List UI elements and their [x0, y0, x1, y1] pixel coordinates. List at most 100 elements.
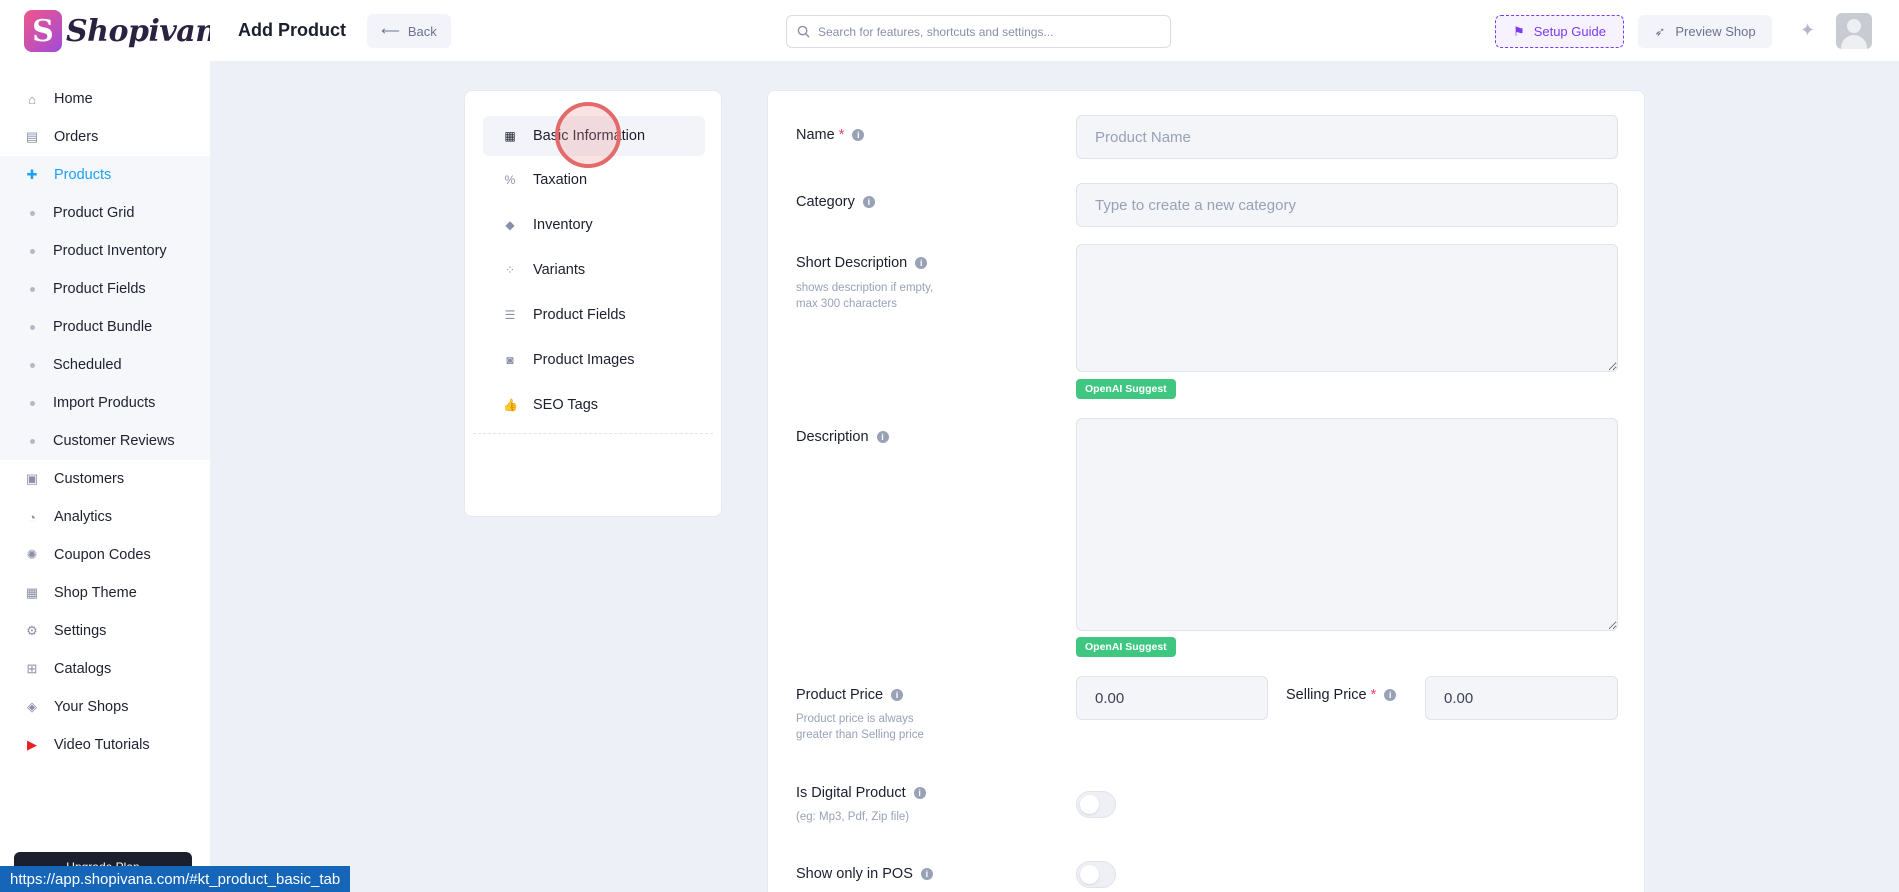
rocket-icon: ➶ [1654, 23, 1666, 39]
sidebar-item-video-tutorials[interactable]: ▶ Video Tutorials [0, 726, 210, 764]
short-description-label-text: Short Description [796, 255, 908, 271]
short-description-label: Short Description i [796, 255, 928, 271]
percent-badge-icon: ✺ [26, 547, 38, 562]
info-icon[interactable]: i [920, 868, 933, 880]
back-button[interactable]: ⟵ Back [367, 14, 451, 48]
tab-label: Inventory [533, 217, 593, 233]
info-icon[interactable]: i [915, 257, 928, 269]
product-form-card: Name * i Category i Short Description i … [767, 90, 1645, 892]
sidebar: S Shopivana ⌂ Home ▤ Orders ✚ Products P… [0, 0, 236, 892]
info-icon[interactable]: i [876, 431, 889, 443]
tab-seo-tags[interactable]: 👍 SEO Tags [483, 385, 705, 425]
page-title: Add Product [238, 20, 346, 40]
hint-line: greater than Selling price [796, 729, 924, 741]
sidebar-item-label: Product Grid [53, 205, 135, 221]
sidebar-item-catalogs[interactable]: ⊞ Catalogs [0, 650, 210, 688]
pos-only-toggle[interactable] [1076, 861, 1116, 888]
sidebar-item-label: Products [54, 167, 112, 183]
layers-icon: ◈ [27, 699, 37, 714]
openai-suggest-button[interactable]: OpenAI Suggest [1076, 379, 1176, 399]
sidebar-subitem-product-inventory[interactable]: Product Inventory [0, 232, 210, 270]
products-submenu: Product Grid Product Inventory Product F… [0, 194, 210, 460]
bullet-icon [30, 286, 35, 292]
global-search [786, 15, 1171, 48]
sidebar-item-products[interactable]: ✚ Products [0, 156, 210, 194]
product-price-input[interactable] [1076, 676, 1268, 720]
required-mark: * [838, 127, 845, 143]
sidebar-subitem-customer-reviews[interactable]: Customer Reviews [0, 422, 210, 460]
name-label: Name * i [796, 127, 865, 143]
selling-price-label-text: Selling Price [1286, 687, 1367, 703]
tab-inventory[interactable]: ◆ Inventory [483, 205, 705, 245]
layout-icon: ▦ [25, 585, 39, 600]
hint-line: Product price is always [796, 713, 914, 725]
tab-label: SEO Tags [533, 397, 599, 413]
selling-price-input[interactable] [1425, 676, 1618, 720]
info-icon[interactable]: i [1384, 689, 1397, 701]
list-icon: ☰ [504, 308, 516, 322]
tab-label: Taxation [533, 172, 588, 188]
sidebar-subitem-product-fields[interactable]: Product Fields [0, 270, 210, 308]
info-icon[interactable]: i [852, 129, 865, 141]
sidebar-nav: ⌂ Home ▤ Orders ✚ Products Product Grid … [0, 80, 210, 764]
preview-shop-label: Preview Shop [1675, 24, 1756, 39]
sidebar-item-label: Your Shops [54, 699, 129, 715]
bullet-icon [30, 210, 35, 216]
tab-variants[interactable]: ⁘ Variants [483, 250, 705, 290]
sidebar-item-label: Customers [54, 471, 125, 487]
sidebar-item-coupon-codes[interactable]: ✺ Coupon Codes [0, 536, 210, 574]
sidebar-subitem-scheduled[interactable]: Scheduled [0, 346, 210, 384]
search-input[interactable] [818, 24, 1138, 39]
short-description-textarea[interactable] [1076, 244, 1618, 372]
product-tabs-card: ▦ Basic Information % Taxation ◆ Invento… [464, 90, 722, 517]
digital-product-label: Is Digital Product i [796, 785, 926, 801]
sidebar-item-settings[interactable]: ⚙ Settings [0, 612, 210, 650]
tab-product-images[interactable]: ◙ Product Images [483, 340, 705, 380]
openai-suggest-button[interactable]: OpenAI Suggest [1076, 637, 1176, 657]
bullet-icon [30, 362, 35, 368]
sidebar-item-home[interactable]: ⌂ Home [0, 80, 210, 118]
percent-icon: % [504, 173, 516, 187]
user-card-icon: ▣ [25, 471, 39, 486]
setup-guide-button[interactable]: ⚑ Setup Guide [1495, 15, 1624, 48]
clipboard-icon: ▤ [25, 129, 39, 144]
sidebar-item-analytics[interactable]: ◔ Analytics [0, 498, 210, 536]
bullet-icon [30, 438, 35, 444]
preview-shop-button[interactable]: ➶ Preview Shop [1638, 15, 1772, 48]
short-description-hint: shows description if empty, max 300 char… [796, 280, 933, 312]
pos-only-label-text: Show only in POS [796, 866, 913, 882]
digital-product-toggle[interactable] [1076, 791, 1116, 818]
tab-label: Basic Information [533, 128, 646, 144]
category-label: Category i [796, 194, 875, 210]
status-bar-url: https://app.shopivana.com/#kt_product_ba… [0, 866, 351, 892]
info-icon[interactable]: i [891, 689, 904, 701]
sparkle-icon[interactable]: ✦ [1800, 20, 1815, 41]
camera-icon: ◙ [506, 353, 514, 367]
avatar[interactable] [1836, 13, 1872, 49]
sidebar-item-label: Video Tutorials [54, 737, 150, 753]
sidebar-item-label: Product Fields [53, 281, 146, 297]
sidebar-subitem-import-products[interactable]: Import Products [0, 384, 210, 422]
sidebar-subitem-product-bundle[interactable]: Product Bundle [0, 308, 210, 346]
info-icon[interactable]: i [913, 787, 926, 799]
sidebar-item-orders[interactable]: ▤ Orders [0, 118, 210, 156]
tab-taxation[interactable]: % Taxation [483, 160, 705, 200]
sidebar-item-your-shops[interactable]: ◈ Your Shops [0, 688, 210, 726]
sidebar-item-customers[interactable]: ▣ Customers [0, 460, 210, 498]
table-icon: ▦ [504, 129, 516, 143]
tab-product-fields[interactable]: ☰ Product Fields [483, 295, 705, 335]
tab-basic-information[interactable]: ▦ Basic Information [483, 116, 705, 156]
description-textarea[interactable] [1076, 418, 1618, 631]
product-name-input[interactable] [1076, 115, 1618, 159]
arrow-left-icon: ⟵ [381, 23, 400, 38]
sidebar-item-shop-theme[interactable]: ▦ Shop Theme [0, 574, 210, 612]
brand-logo[interactable]: S Shopivana [24, 10, 236, 52]
info-icon[interactable]: i [862, 196, 875, 208]
back-label: Back [407, 23, 437, 39]
sidebar-subitem-product-grid[interactable]: Product Grid [0, 194, 210, 232]
hint-line: max 300 characters [796, 298, 897, 310]
bullet-icon [30, 248, 35, 254]
box-icon: ◆ [505, 218, 515, 232]
tab-label: Product Fields [533, 307, 626, 323]
category-input[interactable] [1076, 183, 1618, 227]
